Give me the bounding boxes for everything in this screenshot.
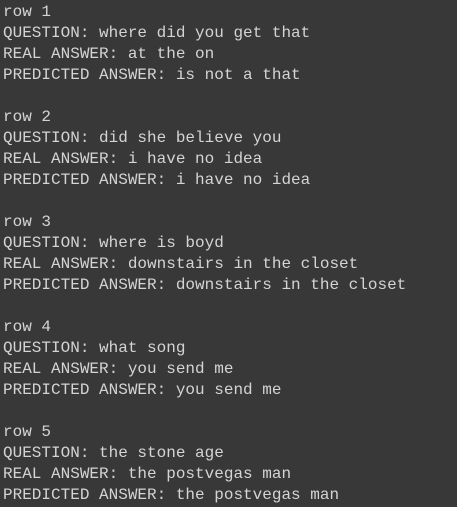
row-header: row 5 bbox=[3, 423, 52, 441]
question-line: QUESTION: where did you get that bbox=[3, 24, 311, 42]
row-block: row 2 QUESTION: did she believe you REAL… bbox=[3, 107, 457, 191]
row-block: row 4 QUESTION: what song REAL ANSWER: y… bbox=[3, 317, 457, 401]
predicted-answer-line: PREDICTED ANSWER: i have no idea bbox=[3, 171, 311, 189]
real-answer-line: REAL ANSWER: i have no idea bbox=[3, 150, 263, 168]
question-line: QUESTION: the stone age bbox=[3, 444, 224, 462]
real-answer-line: REAL ANSWER: downstairs in the closet bbox=[3, 255, 359, 273]
predicted-answer-line: PREDICTED ANSWER: is not a that bbox=[3, 66, 301, 84]
predicted-answer-line: PREDICTED ANSWER: downstairs in the clos… bbox=[3, 276, 407, 294]
row-block: row 1 QUESTION: where did you get that R… bbox=[3, 2, 457, 86]
console-output: row 1 QUESTION: where did you get that R… bbox=[0, 0, 457, 506]
question-line: QUESTION: did she believe you bbox=[3, 129, 282, 147]
real-answer-line: REAL ANSWER: at the on bbox=[3, 45, 215, 63]
row-header: row 2 bbox=[3, 108, 52, 126]
row-block: row 3 QUESTION: where is boyd REAL ANSWE… bbox=[3, 212, 457, 296]
predicted-answer-line: PREDICTED ANSWER: the postvegas man bbox=[3, 486, 340, 504]
row-header: row 4 bbox=[3, 318, 52, 336]
question-line: QUESTION: what song bbox=[3, 339, 186, 357]
row-block: row 5 QUESTION: the stone age REAL ANSWE… bbox=[3, 422, 457, 506]
real-answer-line: REAL ANSWER: you send me bbox=[3, 360, 234, 378]
real-answer-line: REAL ANSWER: the postvegas man bbox=[3, 465, 292, 483]
row-header: row 3 bbox=[3, 213, 52, 231]
row-header: row 1 bbox=[3, 3, 52, 21]
predicted-answer-line: PREDICTED ANSWER: you send me bbox=[3, 381, 282, 399]
question-line: QUESTION: where is boyd bbox=[3, 234, 224, 252]
